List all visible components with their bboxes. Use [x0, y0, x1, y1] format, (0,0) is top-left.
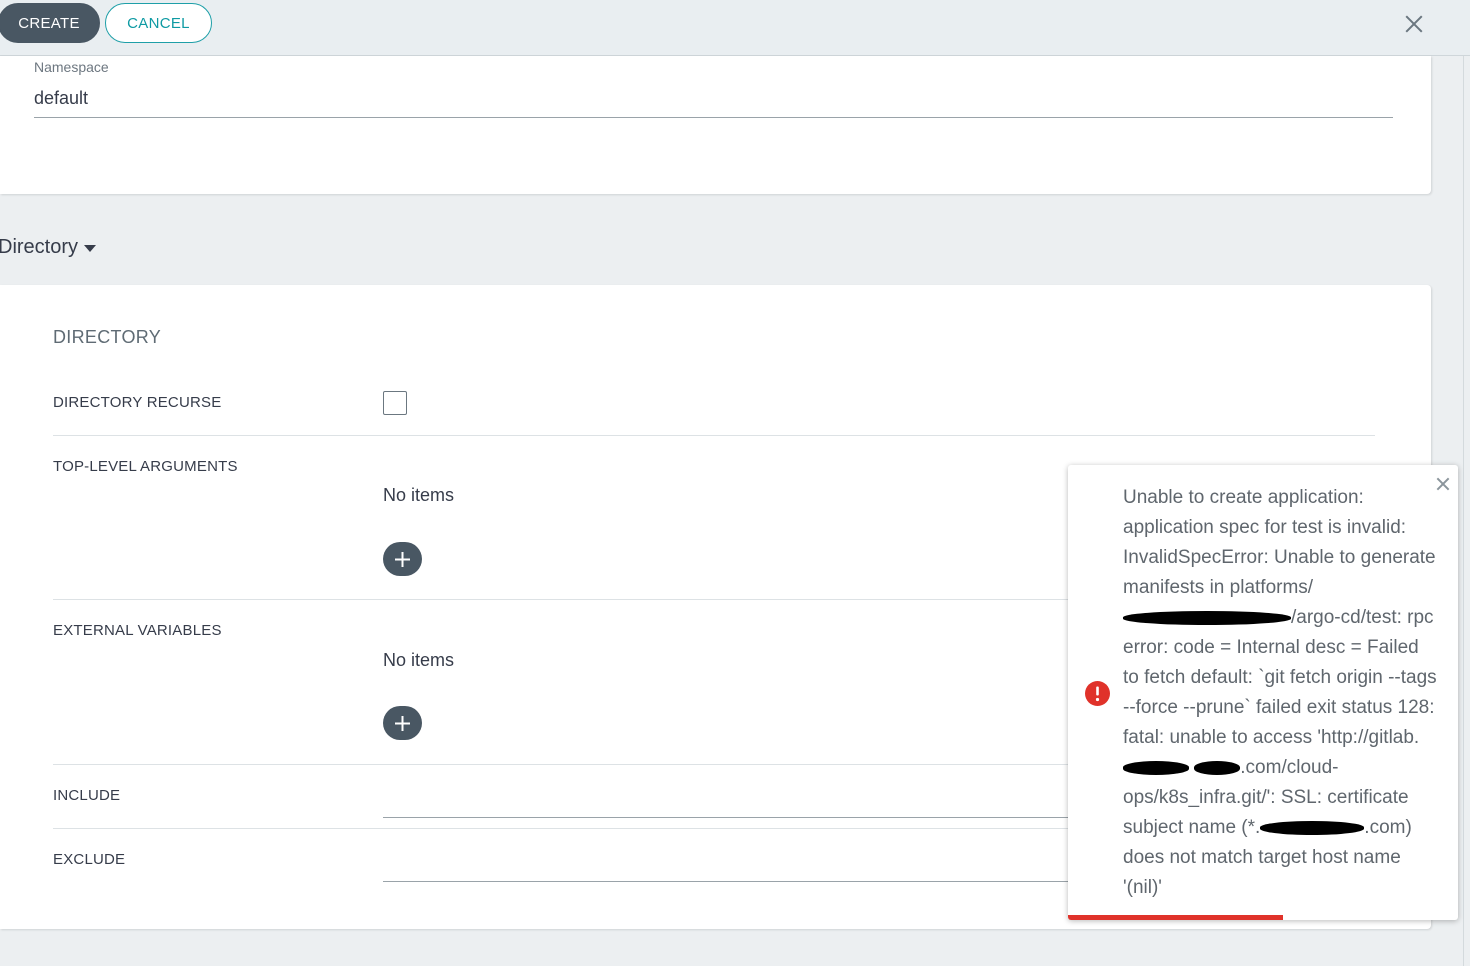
- top-level-arguments-label: TOP-LEVEL ARGUMENTS: [53, 458, 238, 475]
- add-top-level-argument-button[interactable]: [383, 542, 422, 576]
- notification-progress-bar: [1068, 915, 1283, 920]
- scrollbar-track[interactable]: [1463, 56, 1464, 966]
- redacted-text: [1260, 820, 1365, 835]
- plus-icon: [395, 552, 410, 567]
- external-variables-empty: No items: [383, 650, 455, 670]
- source-type-label: Directory: [0, 236, 79, 258]
- redacted-text: [1123, 610, 1291, 625]
- notification-message: Unable to create application: applicatio…: [1123, 483, 1438, 903]
- directory-recurse-label: DIRECTORY RECURSE: [53, 394, 222, 411]
- exclude-label: EXCLUDE: [53, 851, 126, 868]
- top-toolbar: CREATE CANCEL: [0, 0, 1470, 56]
- namespace-label: Namespace: [34, 59, 109, 75]
- caret-down-icon: [84, 245, 97, 252]
- top-level-arguments-empty: No items: [383, 485, 455, 505]
- close-notification-icon[interactable]: [1436, 477, 1450, 491]
- destination-panel: Namespace: [0, 56, 1431, 194]
- redacted-text: [1123, 760, 1189, 775]
- create-button[interactable]: CREATE: [0, 3, 100, 43]
- directory-recurse-checkbox[interactable]: [383, 391, 407, 415]
- plus-icon: [395, 716, 410, 731]
- cancel-button[interactable]: CANCEL: [105, 3, 212, 43]
- message-part: Unable to create application: applicatio…: [1123, 487, 1436, 598]
- include-label: INCLUDE: [53, 787, 121, 804]
- external-variables-label: EXTERNAL VARIABLES: [53, 622, 222, 639]
- message-part: /argo-cd/test: rpc error: code = Interna…: [1123, 607, 1437, 748]
- error-icon: [1085, 681, 1110, 706]
- source-type-dropdown[interactable]: Directory: [0, 236, 97, 259]
- close-icon[interactable]: [1402, 12, 1426, 36]
- redacted-text: [1194, 760, 1241, 775]
- add-external-variable-button[interactable]: [383, 706, 422, 740]
- error-notification: Unable to create application: applicatio…: [1068, 465, 1458, 920]
- divider: [53, 435, 1375, 436]
- namespace-input[interactable]: [34, 80, 1393, 118]
- section-title: DIRECTORY: [53, 327, 162, 347]
